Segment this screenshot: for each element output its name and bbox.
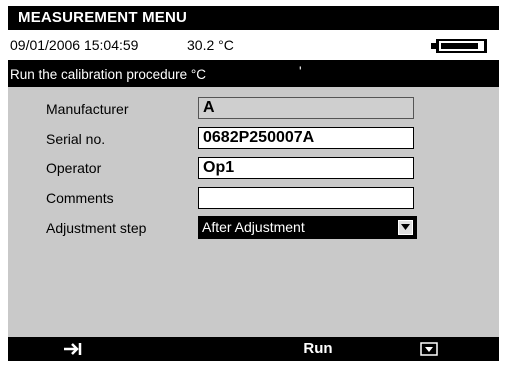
- procedure-text: Run the calibration procedure °C: [10, 67, 207, 82]
- title-bar: MEASUREMENT MENU: [8, 6, 499, 30]
- adjustment-step-value: After Adjustment: [202, 219, 305, 235]
- serial-field[interactable]: 0682P250007A: [198, 127, 414, 149]
- operator-field[interactable]: Op1: [198, 157, 414, 179]
- datetime-readout: 09/01/2006 15:04:59: [10, 37, 139, 53]
- run-softkey[interactable]: Run: [298, 337, 338, 361]
- page-title: MEASUREMENT MENU: [18, 9, 188, 26]
- comments-label: Comments: [46, 190, 114, 206]
- device-screen: MEASUREMENT MENU 09/01/2006 15:04:59 30.…: [8, 6, 499, 361]
- status-bar: 09/01/2006 15:04:59 30.2 °C: [8, 30, 499, 62]
- comments-field[interactable]: [198, 187, 414, 209]
- operator-label: Operator: [46, 160, 102, 176]
- dropdown-softkey[interactable]: [418, 337, 442, 361]
- procedure-banner: Run the calibration procedure °C ': [8, 62, 499, 87]
- tab-softkey[interactable]: [62, 337, 102, 361]
- battery-icon: [431, 39, 491, 53]
- adjustment-step-label: Adjustment step: [46, 220, 147, 236]
- manufacturer-label: Manufacturer: [46, 101, 129, 117]
- tab-arrow-icon: [64, 343, 82, 355]
- manufacturer-field: A: [198, 97, 414, 119]
- softkey-bar: Run: [8, 337, 499, 361]
- dropdown-box-icon: [420, 342, 438, 356]
- temperature-readout: 30.2 °C: [187, 37, 234, 53]
- serial-label: Serial no.: [46, 131, 106, 147]
- chevron-down-icon[interactable]: [398, 220, 413, 235]
- adjustment-step-select[interactable]: After Adjustment: [198, 216, 417, 239]
- procedure-mark: ': [299, 64, 302, 79]
